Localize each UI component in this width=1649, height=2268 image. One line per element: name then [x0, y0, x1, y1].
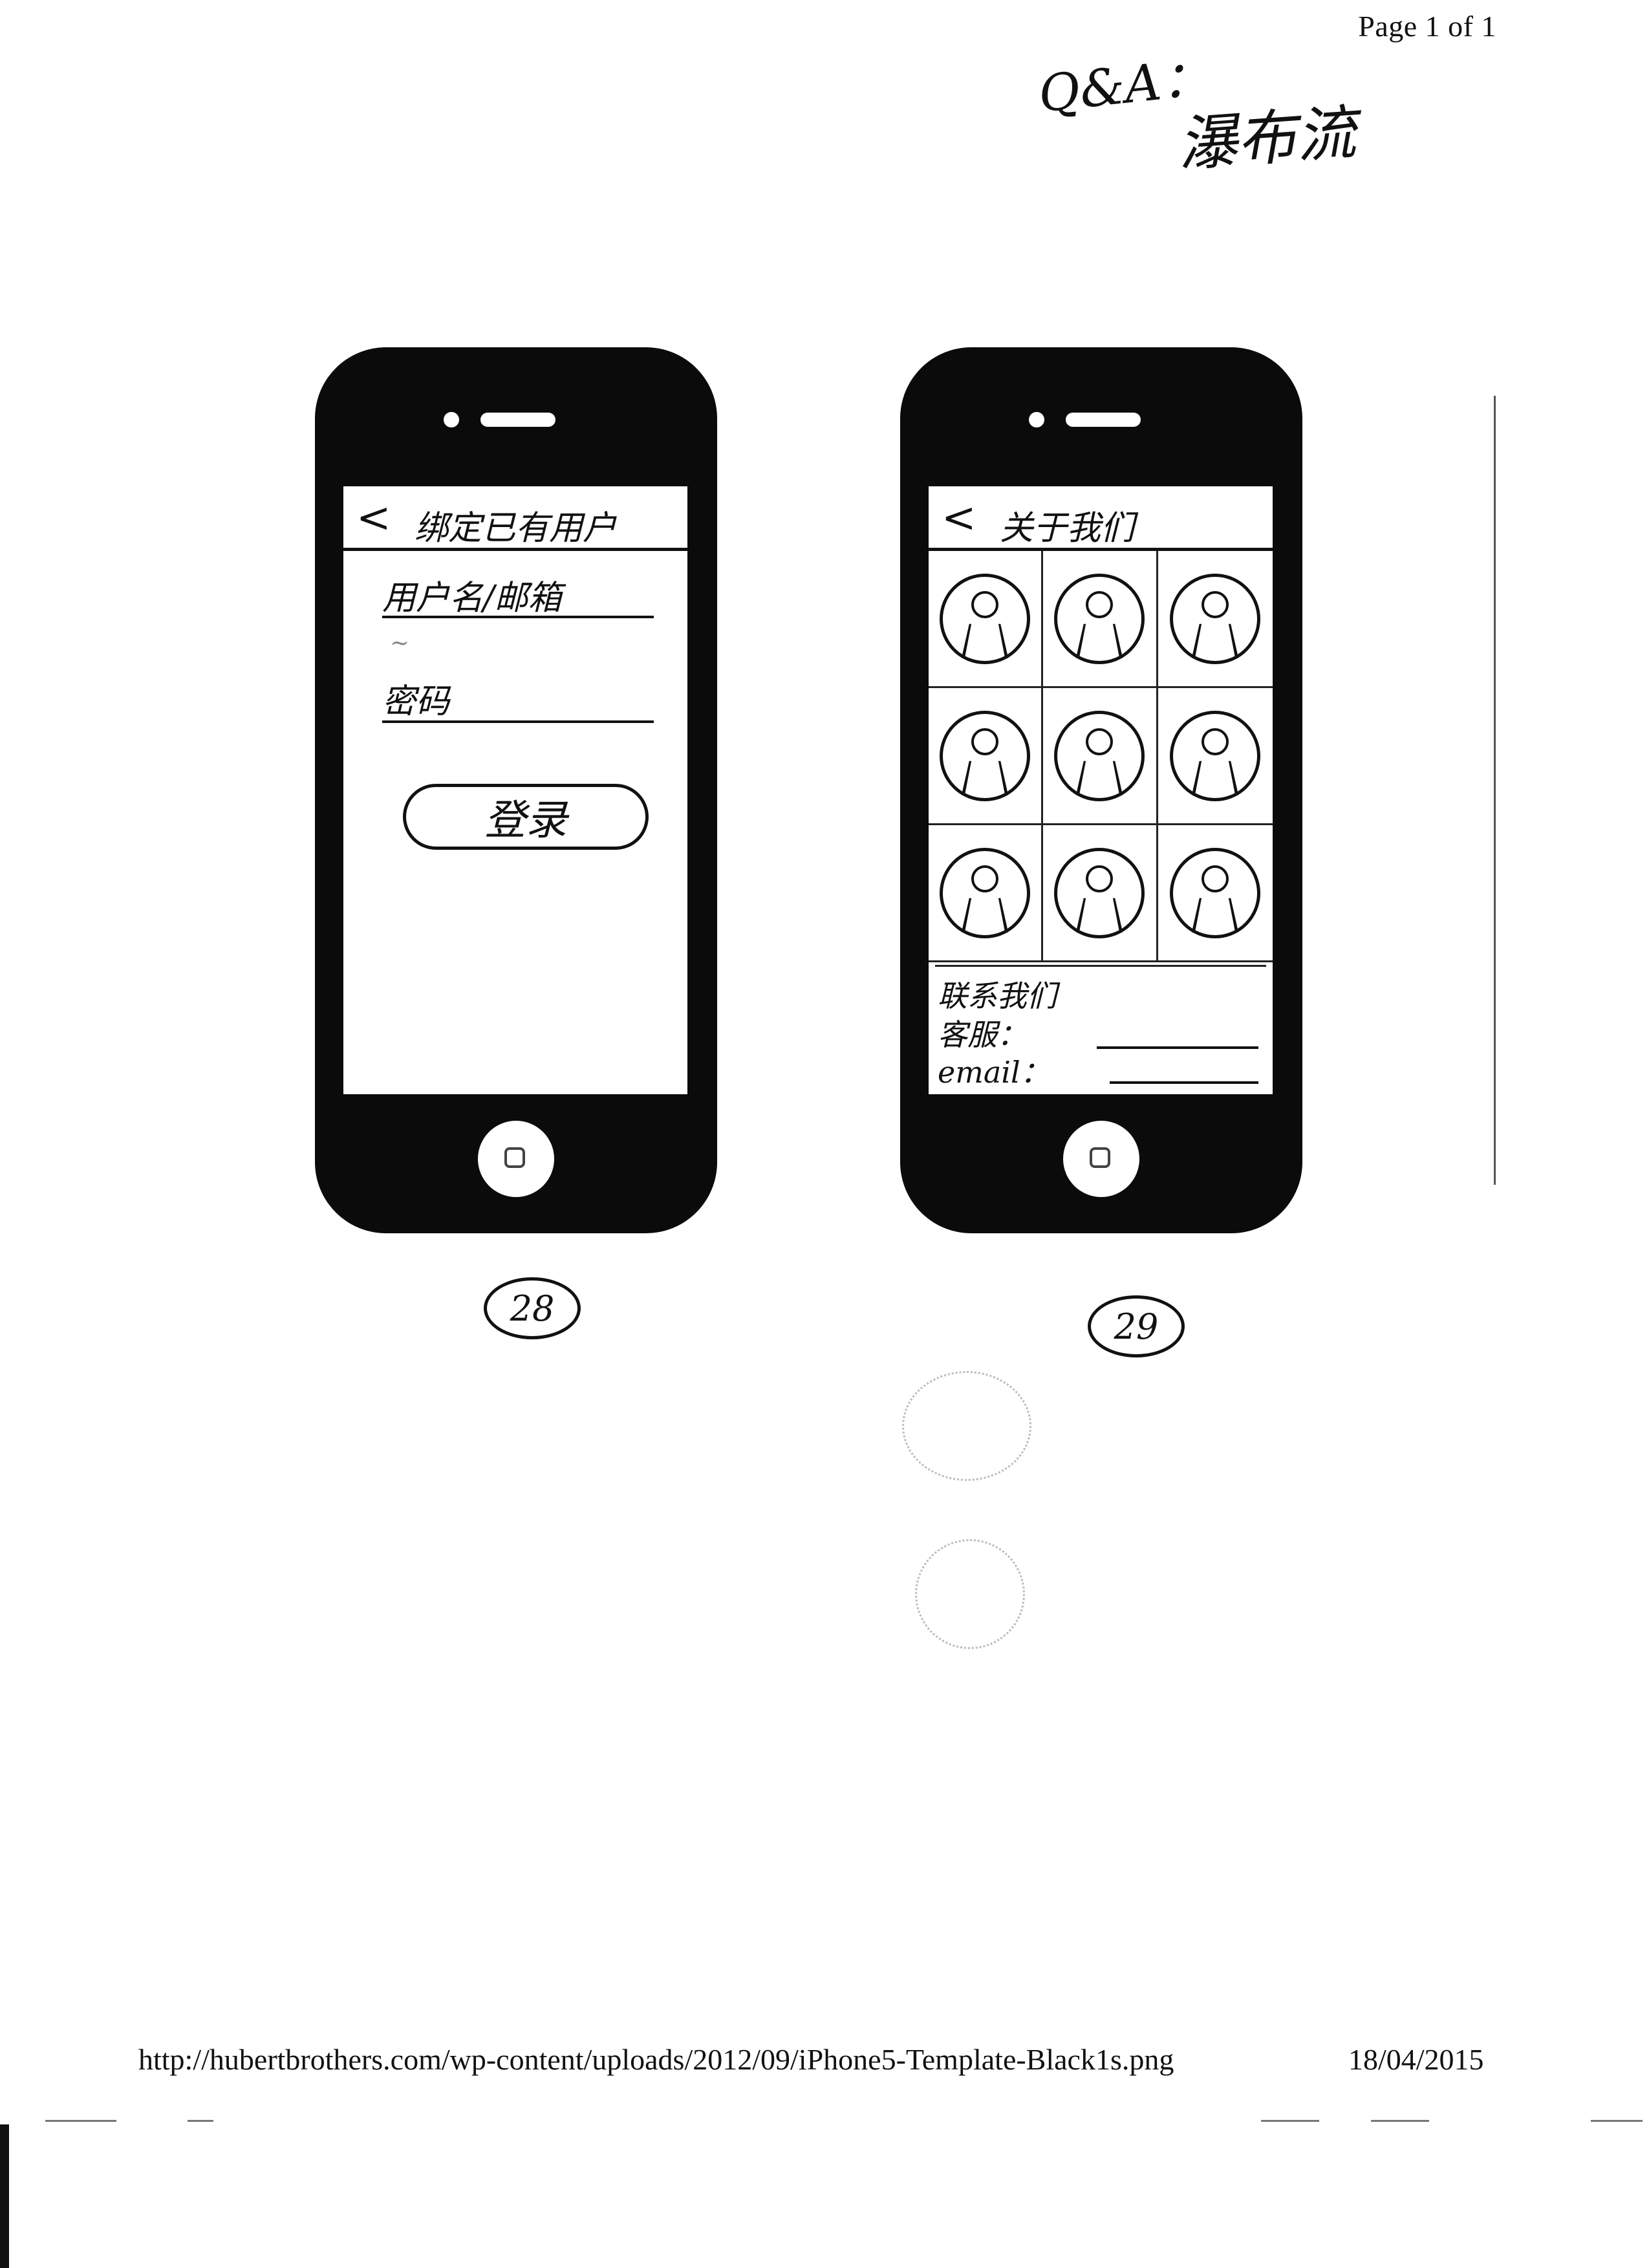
scribble-mark: ~ — [390, 630, 410, 656]
speaker-icon — [1066, 413, 1141, 427]
phone-frame-28: < 绑定已有用户 用户名/邮箱 ~ 密码 登录 — [315, 347, 717, 1233]
back-button[interactable]: < — [356, 494, 391, 542]
grid-cell[interactable] — [1043, 688, 1158, 825]
home-square-icon — [504, 1147, 525, 1168]
divider — [935, 965, 1266, 967]
person-avatar-icon — [1054, 710, 1145, 801]
grid-cell[interactable] — [1043, 825, 1158, 962]
screen-bind-user: < 绑定已有用户 用户名/邮箱 ~ 密码 登录 — [343, 486, 687, 1094]
login-button[interactable]: 登录 — [403, 784, 649, 850]
scan-artifact — [1371, 2120, 1429, 2122]
service-label: 客服： — [938, 1017, 1027, 1052]
screen-number-29: 29 — [1088, 1295, 1185, 1357]
page-title: 绑定已有用户 — [415, 509, 617, 548]
grid-cell[interactable] — [929, 551, 1044, 688]
scan-artifact — [1591, 2120, 1643, 2122]
person-avatar-icon — [1054, 847, 1145, 938]
screen-about-us: < 关于我们 联系我们 客服： email： — [929, 486, 1273, 1094]
page-title: 关于我们 — [1000, 509, 1135, 548]
person-avatar-icon — [1170, 710, 1261, 801]
margin-rule — [1494, 396, 1496, 1185]
person-avatar-icon — [940, 573, 1031, 664]
person-avatar-icon — [940, 847, 1031, 938]
grid-cell[interactable] — [1158, 825, 1273, 962]
speaker-icon — [480, 413, 555, 427]
nav-bar: < 绑定已有用户 — [343, 486, 687, 551]
screen-number-28: 28 — [484, 1277, 581, 1339]
faded-avatar-mark — [915, 1539, 1025, 1649]
page-counter: Page 1 of 1 — [1358, 10, 1496, 43]
person-avatar-icon — [1170, 847, 1261, 938]
scan-artifact — [188, 2120, 213, 2122]
home-button[interactable] — [478, 1121, 554, 1197]
back-button[interactable]: < — [942, 494, 976, 542]
print-date: 18/04/2015 — [1348, 2043, 1484, 2076]
password-field[interactable]: 密码 — [382, 674, 449, 722]
grid-cell[interactable] — [929, 688, 1044, 825]
camera-icon — [1029, 412, 1044, 427]
home-button[interactable] — [1063, 1121, 1139, 1197]
contact-heading: 联系我们 — [938, 978, 1057, 1013]
person-avatar-icon — [940, 710, 1031, 801]
password-underline — [382, 720, 654, 723]
source-url: http://hubertbrothers.com/wp-content/upl… — [138, 2043, 1174, 2076]
camera-icon — [444, 412, 459, 427]
scan-artifact — [45, 2120, 116, 2122]
faded-avatar-mark — [902, 1371, 1031, 1481]
grid-cell[interactable] — [1158, 688, 1273, 825]
team-grid — [929, 551, 1273, 962]
person-avatar-icon — [1170, 573, 1261, 664]
scan-artifact — [1261, 2120, 1319, 2122]
grid-cell[interactable] — [1043, 551, 1158, 688]
scan-edge — [0, 2124, 9, 2268]
person-avatar-icon — [1054, 573, 1145, 664]
email-value-line — [1110, 1081, 1258, 1084]
username-underline — [382, 616, 654, 618]
phone-frame-29: < 关于我们 联系我们 客服： email： — [900, 347, 1302, 1233]
service-value-line — [1097, 1046, 1258, 1049]
email-label: email： — [938, 1055, 1050, 1090]
grid-cell[interactable] — [1158, 551, 1273, 688]
waterfall-note: 瀑布流 — [1175, 98, 1358, 180]
username-field[interactable]: 用户名/邮箱 — [382, 570, 562, 619]
nav-bar: < 关于我们 — [929, 486, 1273, 551]
grid-cell[interactable] — [929, 825, 1044, 962]
home-square-icon — [1090, 1147, 1110, 1168]
